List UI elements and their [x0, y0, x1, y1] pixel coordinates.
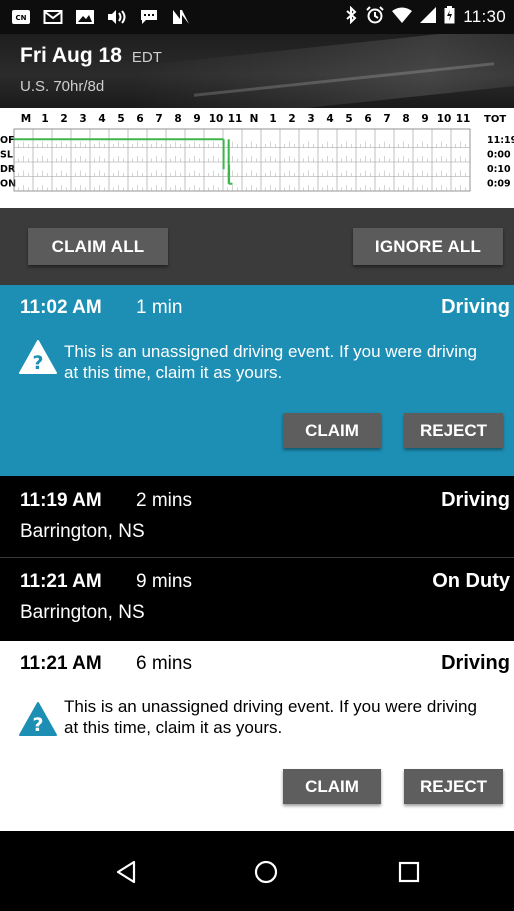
alarm-icon	[366, 5, 384, 29]
event-status: Driving	[441, 489, 510, 511]
claim-button[interactable]: CLAIM	[283, 413, 381, 448]
hour-label: 10	[437, 113, 452, 125]
reject-button[interactable]: REJECT	[404, 769, 503, 804]
recents-icon[interactable]	[394, 859, 424, 885]
hour-label: 5	[117, 113, 124, 125]
hour-label: M	[21, 113, 31, 125]
clock-time: 11:30	[463, 7, 506, 26]
hour-label: 7	[155, 113, 162, 125]
hour-label: 3	[79, 113, 86, 125]
log-timezone: EDT	[131, 49, 162, 66]
svg-text:CN: CN	[16, 14, 27, 22]
hour-label: 7	[383, 113, 390, 125]
signal-icon	[420, 6, 437, 28]
svg-text:?: ?	[32, 352, 43, 374]
event-duration: 1 min	[136, 297, 183, 318]
row-label: OF	[0, 135, 15, 146]
row-label: SL	[0, 150, 13, 161]
hour-label: 4	[98, 113, 105, 125]
row-total: 0:10	[487, 164, 511, 175]
warning-question-icon: ?	[19, 340, 57, 374]
hour-label: N	[250, 113, 259, 125]
cbc-news-icon: CN	[10, 8, 32, 26]
event-time: 11:02 AM	[20, 297, 102, 318]
event-duration: 9 mins	[136, 571, 192, 592]
hour-label: 6	[364, 113, 371, 125]
event-status: Driving	[441, 652, 510, 674]
warning-question-icon: ?	[19, 702, 57, 736]
event-status: On Duty	[432, 570, 510, 592]
hour-label: 10	[209, 113, 224, 125]
event-item[interactable]: 11:21 AM 9 mins On Duty Barrington, NS	[0, 558, 514, 641]
event-location: Barrington, NS	[20, 521, 145, 542]
cast-audio-icon	[106, 8, 128, 26]
event-status: Driving	[441, 296, 510, 318]
duty-status-chart: M 1 2 3 4 5 6 7 8 9 10 11 N 1 2 3 4 5 6 7 8 9 10 11 TOTOF 11:19SL…	[0, 113, 514, 192]
event-duration: 6 mins	[136, 653, 192, 674]
hour-label: 9	[421, 113, 428, 125]
email-icon	[42, 8, 64, 26]
back-icon[interactable]	[111, 859, 141, 885]
status-bar: CN 11:30	[0, 0, 514, 34]
reject-button[interactable]: REJECT	[404, 413, 503, 448]
event-time: 11:21 AM	[20, 571, 102, 592]
hour-label: 9	[193, 113, 200, 125]
wifi-icon	[392, 7, 413, 28]
hour-label: 2	[288, 113, 295, 125]
log-date-title: Fri Aug 18 EDT	[20, 44, 162, 68]
hos-ruleset: U.S. 70hr/8d	[20, 78, 105, 95]
hour-label: 2	[60, 113, 67, 125]
total-header-label: TOT	[484, 114, 506, 125]
image-icon	[74, 8, 96, 26]
event-item-unassigned-selected[interactable]: 11:02 AM 1 min Driving ? This is an unas…	[0, 285, 514, 476]
hour-label: 8	[402, 113, 409, 125]
claim-all-button[interactable]: CLAIM ALL	[28, 228, 168, 265]
system-navigation-bar	[0, 831, 514, 911]
hour-label: 1	[41, 113, 48, 125]
row-label: ON	[0, 179, 16, 190]
row-label: DR	[0, 164, 16, 175]
event-location: Barrington, NS	[20, 602, 145, 623]
n-app-icon	[170, 8, 192, 26]
event-duration: 2 mins	[136, 490, 192, 511]
chat-icon	[138, 8, 160, 26]
hour-label: 11	[228, 113, 243, 125]
ignore-all-button[interactable]: IGNORE ALL	[353, 228, 503, 265]
header-background-road	[134, 34, 514, 108]
hour-label: 6	[136, 113, 143, 125]
bluetooth-icon	[344, 5, 358, 29]
hour-label: 5	[345, 113, 352, 125]
claim-button[interactable]: CLAIM	[283, 769, 381, 804]
hour-label: 4	[326, 113, 333, 125]
event-item-unassigned[interactable]: 11:21 AM 6 mins Driving ? This is an una…	[0, 641, 514, 831]
hour-label: 8	[174, 113, 181, 125]
row-total: 0:00	[487, 150, 511, 161]
duty-status-grid: M 1 2 3 4 5 6 7 8 9 10 11 N 1 2 3 4 5 6 7 8 9 10 11 TOT OF 11:19 SL…	[0, 108, 514, 208]
hour-label: 11	[456, 113, 471, 125]
home-icon[interactable]	[251, 859, 281, 885]
row-total: 0:09	[487, 179, 511, 190]
event-item[interactable]: 11:19 AM 2 mins Driving Barrington, NS	[0, 476, 514, 558]
hour-label: 3	[307, 113, 314, 125]
svg-text:?: ?	[32, 714, 43, 736]
event-message: This is an unassigned driving event. If …	[64, 342, 477, 382]
hour-label: 1	[269, 113, 276, 125]
battery-icon	[444, 5, 455, 29]
event-message: This is an unassigned driving event. If …	[64, 697, 477, 737]
event-time: 11:21 AM	[20, 653, 102, 674]
log-header: Fri Aug 18 EDT U.S. 70hr/8d	[0, 34, 514, 108]
row-total: 11:19	[487, 135, 514, 146]
log-date: Fri Aug 18	[20, 44, 122, 67]
event-time: 11:19 AM	[20, 490, 102, 511]
